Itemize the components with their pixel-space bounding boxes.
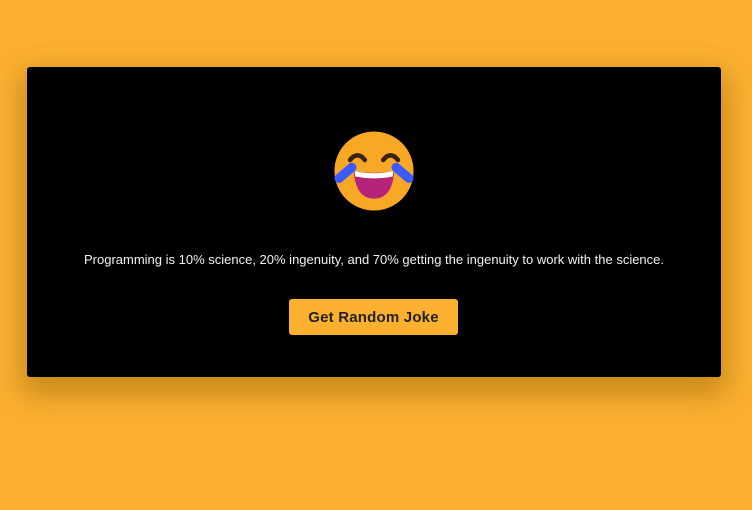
laughing-face-icon-graphic bbox=[334, 131, 414, 211]
joke-card: Programming is 10% science, 20% ingenuit… bbox=[27, 67, 721, 377]
joke-text: Programming is 10% science, 20% ingenuit… bbox=[83, 252, 665, 267]
laughing-face-icon bbox=[328, 125, 420, 217]
get-random-joke-button[interactable]: Get Random Joke bbox=[289, 299, 458, 335]
